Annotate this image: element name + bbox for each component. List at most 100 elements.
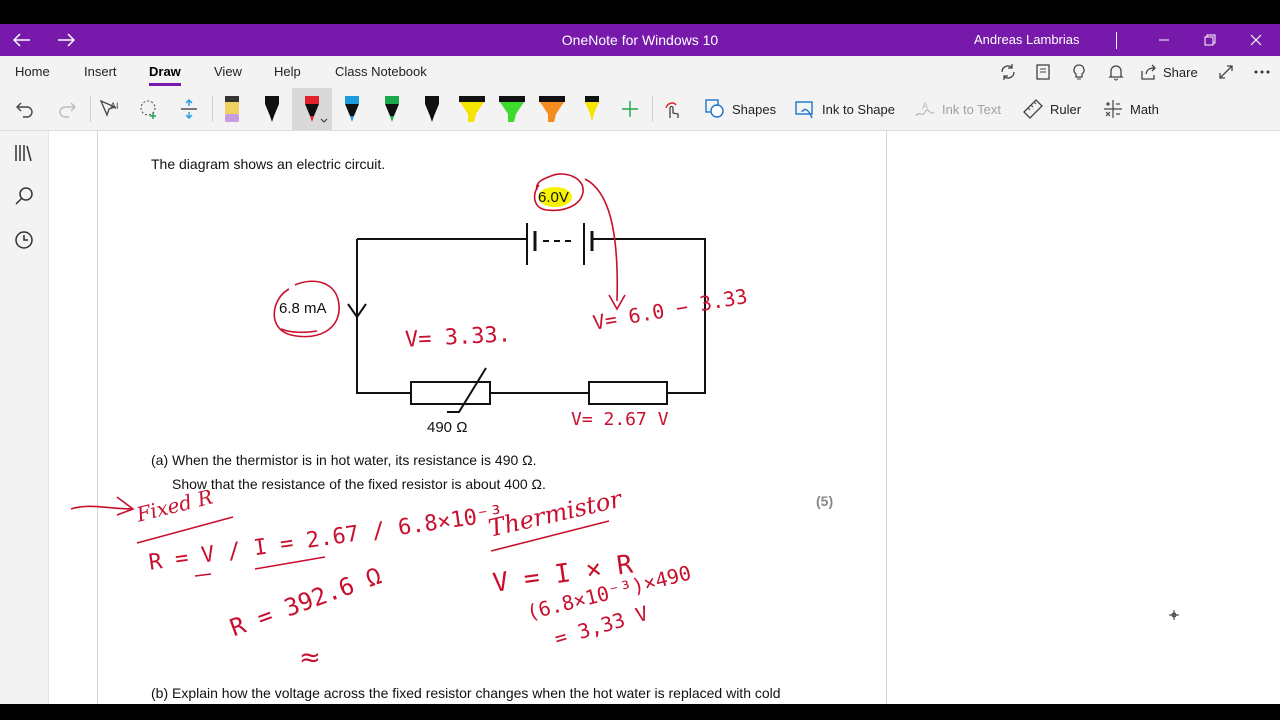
tab-insert[interactable]: Insert [84, 56, 117, 88]
restore-button[interactable] [1187, 24, 1233, 56]
highlighter-orange-button[interactable] [538, 88, 566, 130]
ruler-button[interactable]: Ruler [1022, 88, 1081, 130]
clock-icon [15, 231, 33, 249]
undo-button[interactable] [14, 88, 36, 130]
pen-icon [385, 96, 399, 122]
more-options-button[interactable] [1250, 60, 1274, 84]
ruler-label: Ruler [1050, 101, 1082, 117]
immersive-reader-button[interactable] [1031, 60, 1055, 84]
tab-view-label: View [214, 64, 242, 79]
navigation-rail [0, 131, 49, 704]
lasso-icon [140, 100, 156, 119]
fullscreen-button[interactable] [1214, 60, 1238, 84]
pen-black-2-button[interactable] [422, 88, 442, 130]
ink-to-text-button[interactable]: A Ink to Text [914, 88, 1001, 130]
question-a-line2: Show that the resistance of the fixed re… [172, 476, 546, 492]
minimize-button[interactable] [1141, 24, 1187, 56]
pen-green-button[interactable] [382, 88, 402, 130]
pen-icon [425, 96, 439, 122]
ink-to-shape-label: Ink to Shape [822, 101, 895, 117]
fraction-line-1 [194, 573, 212, 577]
tab-help-label: Help [274, 64, 301, 79]
tab-help[interactable]: Help [274, 56, 301, 88]
ink-to-shape-button[interactable]: Ink to Shape [794, 88, 895, 130]
marks: (5) [816, 493, 834, 509]
add-pen-button[interactable] [620, 88, 640, 130]
text-select-icon: AI [99, 99, 119, 117]
pen-blue-button[interactable] [342, 88, 362, 130]
highlighter-yellow-button[interactable] [458, 88, 486, 130]
pen-black-button[interactable] [262, 88, 282, 130]
handwritten-approx: ≈ [299, 643, 321, 673]
pen-red-button[interactable] [292, 88, 332, 130]
ink-to-text-label: Ink to Text [942, 101, 1002, 117]
ruler-icon [1023, 99, 1043, 119]
window-title: OneNote for Windows 10 [561, 32, 719, 48]
recent-notes-button[interactable] [12, 228, 36, 252]
toolbar-separator [212, 96, 213, 122]
undo-icon [16, 102, 33, 118]
share-button[interactable]: Share [1140, 60, 1200, 84]
current-underline [280, 328, 318, 334]
touch-draw-button[interactable] [662, 88, 684, 130]
insert-space-button[interactable] [178, 88, 200, 130]
sync-button[interactable] [996, 60, 1020, 84]
eraser-button[interactable] [222, 88, 242, 130]
highlighter-icon [539, 96, 565, 122]
share-icon [1141, 64, 1156, 80]
pen-cursor-icon [1169, 610, 1179, 620]
notebooks-button[interactable] [12, 141, 36, 165]
minimize-icon [1159, 39, 1169, 41]
lasso-select-button[interactable] [138, 88, 160, 130]
title-divider [1116, 32, 1117, 49]
chevron-down-icon [320, 118, 328, 123]
toolbar-separator [90, 96, 91, 122]
active-tab-indicator [149, 83, 181, 86]
math-label: Math [1130, 101, 1159, 117]
tab-view[interactable]: View [214, 56, 242, 88]
sync-icon [1001, 64, 1015, 80]
pencil-yellow-button[interactable] [582, 88, 602, 130]
ink-to-text-icon: A [915, 101, 935, 117]
tab-insert-label: Insert [84, 64, 117, 79]
lightbulb-icon [1073, 64, 1085, 80]
math-button[interactable]: Math [1102, 88, 1159, 130]
pencil-icon [585, 96, 599, 122]
redo-button[interactable] [56, 88, 78, 130]
restore-icon [1204, 34, 1216, 46]
current-label: 6.8 mA [279, 300, 327, 317]
touch-draw-icon [665, 102, 679, 118]
pen-icon [265, 96, 279, 122]
redo-icon [59, 102, 76, 118]
highlighter-icon [499, 96, 525, 122]
tab-home[interactable]: Home [15, 56, 50, 88]
close-icon [1250, 34, 1262, 46]
more-icon [1254, 70, 1270, 74]
user-name[interactable]: Andreas Lambrias [974, 24, 1080, 56]
pen-icon [345, 96, 359, 122]
tell-me-button[interactable] [1067, 60, 1091, 84]
tab-draw[interactable]: Draw [149, 56, 181, 88]
highlighter-green-button[interactable] [498, 88, 526, 130]
shapes-label: Shapes [732, 101, 777, 117]
question-b: (b) Explain how the voltage across the f… [151, 685, 781, 701]
ribbon-tabs: Home Insert Draw View Help Class Noteboo… [0, 56, 1280, 88]
bottom-letterbox [0, 704, 1280, 720]
shapes-button[interactable]: Shapes [704, 88, 776, 130]
type-select-button[interactable]: AI [98, 88, 120, 130]
math-icon [1104, 100, 1122, 118]
bell-icon [1108, 65, 1124, 81]
notifications-button[interactable] [1104, 60, 1128, 84]
svg-text:AI: AI [110, 101, 119, 111]
thermistor-resistance-label: 490 Ω [427, 419, 468, 436]
search-button[interactable] [12, 184, 36, 208]
highlighter-icon [459, 96, 485, 122]
title-bar: OneNote for Windows 10 Andreas Lambrias [0, 24, 1280, 56]
question-a-line1: (a) When the thermistor is in hot water,… [151, 452, 537, 468]
close-button[interactable] [1233, 24, 1279, 56]
pen-icon [305, 96, 319, 122]
page-canvas[interactable]: The diagram shows an electric circuit. 6… [49, 131, 1280, 704]
toolbar-separator [652, 96, 653, 122]
expand-icon [1219, 65, 1233, 79]
tab-class-notebook[interactable]: Class Notebook [335, 56, 427, 88]
